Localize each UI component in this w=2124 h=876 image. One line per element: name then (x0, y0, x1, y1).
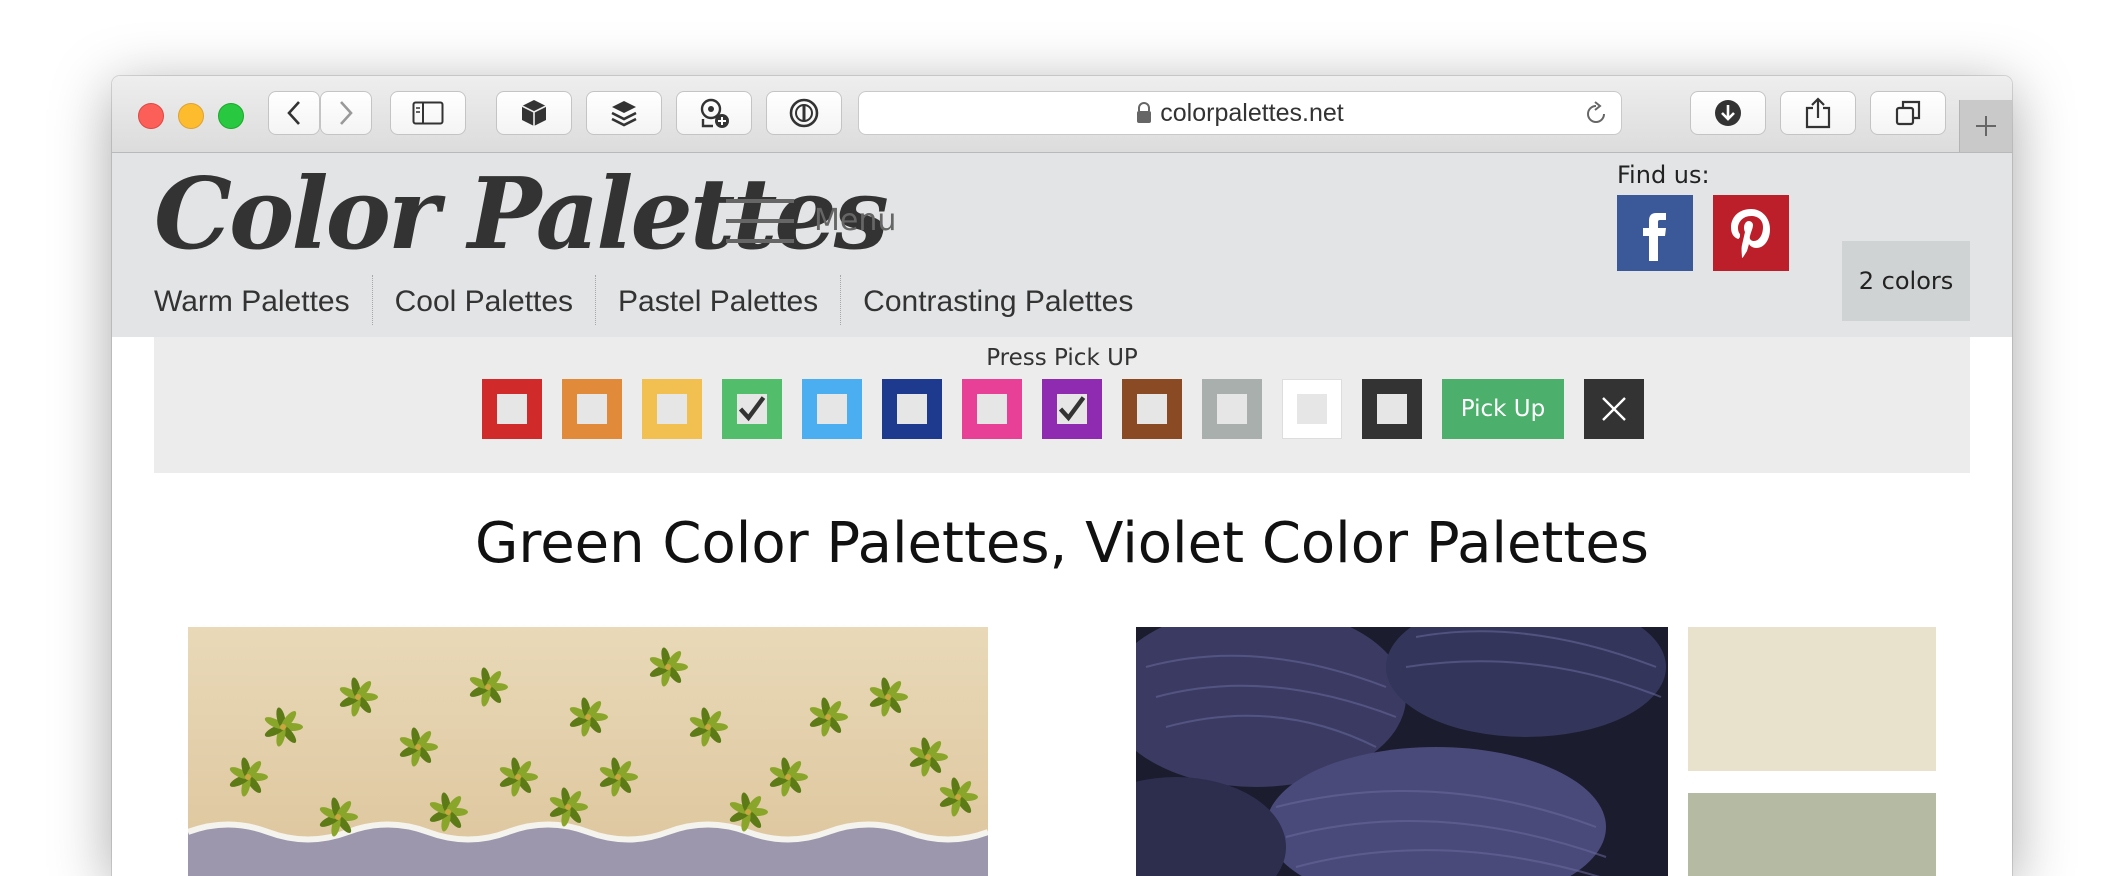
checkbox (817, 394, 847, 424)
plus-icon (1976, 116, 1996, 136)
swatch-green[interactable] (722, 379, 782, 439)
back-button[interactable] (268, 91, 320, 135)
checkbox (1137, 394, 1167, 424)
nav-cool-palettes[interactable]: Cool Palettes (371, 275, 595, 325)
swatch-red[interactable] (482, 379, 542, 439)
swatch-brown[interactable] (1122, 379, 1182, 439)
swatch-orange[interactable] (562, 379, 622, 439)
site-header: Color Palettes Menu Find us: 2 colors Wa… (112, 153, 2012, 337)
layers-icon (611, 101, 637, 127)
extension-box-button[interactable] (496, 91, 572, 135)
zoom-window-button[interactable] (218, 103, 244, 129)
swatch-light-blue[interactable] (802, 379, 862, 439)
clear-selection-button[interactable] (1584, 379, 1644, 439)
checkmark-icon (1058, 396, 1086, 422)
hamburger-menu-icon[interactable] (726, 199, 794, 259)
menu-label[interactable]: Menu (814, 203, 896, 238)
pick-up-button[interactable]: Pick Up (1442, 379, 1564, 439)
page-title: Green Color Palettes, Violet Color Palet… (475, 511, 1649, 576)
new-tab-button[interactable] (1959, 100, 2012, 152)
pinterest-link[interactable] (1713, 195, 1789, 271)
close-icon (1602, 397, 1626, 421)
checkbox (977, 394, 1007, 424)
tabs-overview-button[interactable] (1870, 91, 1946, 135)
checkbox (1217, 394, 1247, 424)
swatch-black[interactable] (1362, 379, 1422, 439)
swatch-white[interactable] (1282, 379, 1342, 439)
facebook-link[interactable] (1617, 195, 1693, 271)
swatch-row: Pick Up (482, 379, 1644, 439)
swatch-yellow[interactable] (642, 379, 702, 439)
swatch-violet[interactable] (1042, 379, 1102, 439)
checkbox (657, 394, 687, 424)
palette-color-2[interactable] (1688, 793, 1936, 876)
reload-icon[interactable] (1583, 101, 1609, 127)
extension-layers-button[interactable] (586, 91, 662, 135)
checkbox (1297, 394, 1327, 424)
browser-window: colorpalettes.net Color Palettes Menu Fi… (112, 76, 2012, 876)
pinterest-icon (1731, 209, 1770, 258)
color-picker-panel: Press Pick UP Pick Up (154, 337, 1970, 473)
yarn-palette-image[interactable] (1136, 627, 1668, 876)
extension-add-button[interactable] (676, 91, 752, 135)
checkbox (897, 394, 927, 424)
browser-toolbar: colorpalettes.net (112, 76, 2012, 153)
chevron-left-icon (287, 101, 300, 125)
beach-palette-image[interactable] (188, 627, 988, 876)
lock-icon (1137, 102, 1152, 123)
find-us-label: Find us: (1617, 161, 1710, 189)
nav-contrasting-palettes[interactable]: Contrasting Palettes (840, 275, 1155, 325)
nav-warm-palettes[interactable]: Warm Palettes (154, 275, 372, 325)
swatch-dark-blue[interactable] (882, 379, 942, 439)
password-manager-button[interactable] (766, 91, 842, 135)
category-nav: Warm Palettes Cool Palettes Pastel Palet… (154, 275, 1155, 325)
checkbox (577, 394, 607, 424)
address-bar[interactable]: colorpalettes.net (858, 91, 1622, 135)
facebook-icon (1643, 213, 1666, 261)
checkbox (1377, 394, 1407, 424)
share-icon (1805, 97, 1831, 129)
swatch-pink[interactable] (962, 379, 1022, 439)
checkbox-checked (737, 394, 767, 424)
beach-aerial-photo (188, 627, 988, 876)
palette-color-1[interactable] (1688, 627, 1936, 771)
checkbox-checked (1057, 394, 1087, 424)
checkmark-icon (738, 396, 766, 422)
swatch-gray[interactable] (1202, 379, 1262, 439)
nav-pastel-palettes[interactable]: Pastel Palettes (595, 275, 840, 325)
add-extension-icon (700, 98, 729, 128)
forward-button[interactable] (320, 91, 372, 135)
sidebar-icon (412, 101, 444, 125)
sidebar-button[interactable] (390, 91, 466, 135)
download-icon (1715, 100, 1741, 126)
selected-colors-count[interactable]: 2 colors (1842, 241, 1970, 321)
picker-instruction: Press Pick UP (986, 345, 1138, 371)
share-button[interactable] (1780, 91, 1856, 135)
downloads-button[interactable] (1690, 91, 1766, 135)
close-window-button[interactable] (138, 103, 164, 129)
web-page: Color Palettes Menu Find us: 2 colors Wa… (112, 153, 2012, 876)
checkbox (497, 394, 527, 424)
minimize-window-button[interactable] (178, 103, 204, 129)
tabs-icon (1895, 100, 1921, 126)
url-text: colorpalettes.net (1160, 98, 1344, 127)
chevron-right-icon (340, 101, 353, 125)
password-manager-icon (789, 98, 819, 128)
yarn-photo (1136, 627, 1668, 876)
cube-icon (521, 100, 547, 126)
